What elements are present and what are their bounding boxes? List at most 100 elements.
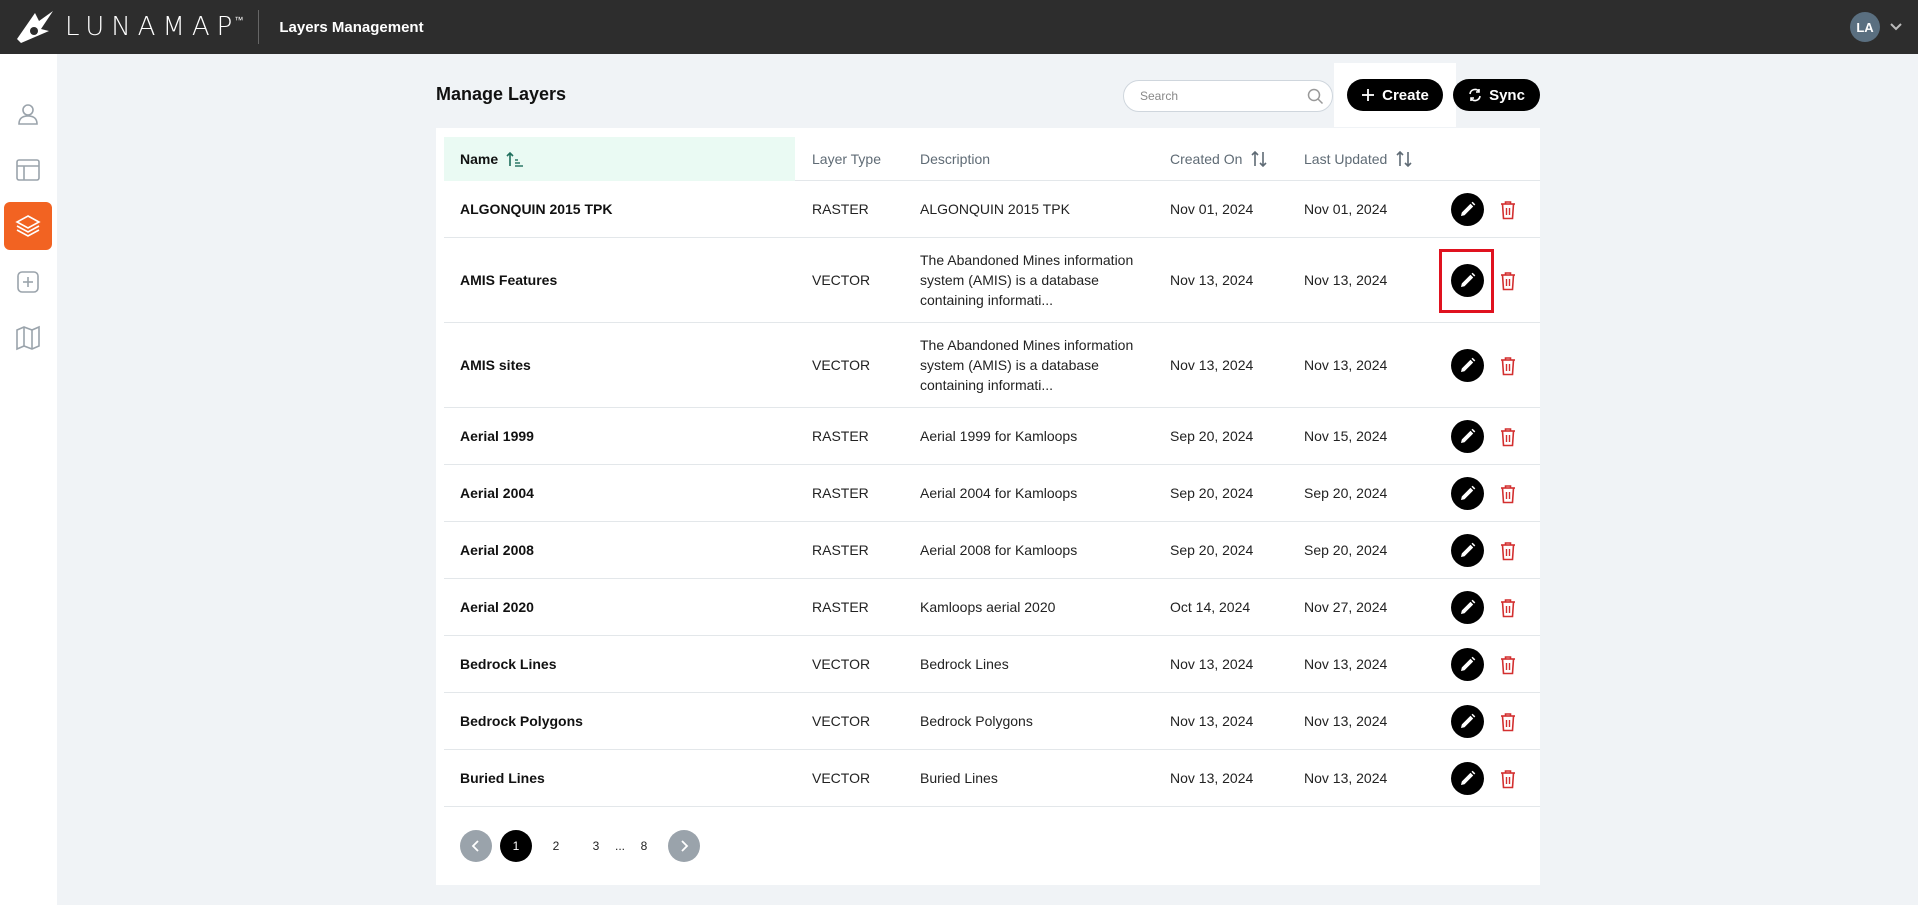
layer-description: The Abandoned Mines information system (… xyxy=(920,337,1134,393)
layer-name: ALGONQUIN 2015 TPK xyxy=(460,201,613,217)
edit-button[interactable] xyxy=(1451,193,1484,226)
edit-button[interactable] xyxy=(1451,534,1484,567)
search-icon[interactable] xyxy=(1307,88,1324,105)
sidebar-item-users[interactable] xyxy=(4,90,52,138)
create-button-label: Create xyxy=(1382,86,1429,104)
created-date: Sep 20, 2024 xyxy=(1170,485,1254,501)
edit-button[interactable] xyxy=(1451,648,1484,681)
trash-icon xyxy=(1501,713,1515,732)
trash-icon xyxy=(1501,428,1515,447)
pagination: 1 2 3 ... 8 xyxy=(460,830,700,862)
top-bar: LUNAMAP ™ Layers Management LA xyxy=(0,0,1918,54)
trash-icon xyxy=(1501,770,1515,789)
search-input[interactable] xyxy=(1140,81,1310,111)
updated-date: Nov 01, 2024 xyxy=(1304,201,1388,217)
layer-name: Buried Lines xyxy=(460,770,545,786)
layer-description: Aerial 1999 for Kamloops xyxy=(920,428,1078,444)
pencil-icon xyxy=(1461,656,1476,671)
page-button-3[interactable]: 3 xyxy=(580,830,612,862)
table-row[interactable]: Aerial 2004 RASTER Aerial 2004 for Kamloop… xyxy=(444,465,1540,522)
pencil-icon xyxy=(1461,599,1476,614)
created-date: Sep 20, 2024 xyxy=(1170,428,1254,444)
edit-button[interactable] xyxy=(1451,420,1484,453)
layer-type: RASTER xyxy=(812,428,869,444)
delete-button[interactable] xyxy=(1498,654,1518,676)
sidebar-item-create[interactable] xyxy=(4,258,52,306)
table-row[interactable]: Bedrock Polygons VECTOR Bedrock Polygons No… xyxy=(444,693,1540,750)
table-row[interactable]: Aerial 1999 RASTER Aerial 1999 for Kamloop… xyxy=(444,408,1540,465)
trash-icon xyxy=(1501,201,1515,220)
layer-type: RASTER xyxy=(812,599,869,615)
trash-icon xyxy=(1501,272,1515,291)
page-button-1[interactable]: 1 xyxy=(500,830,532,862)
layer-name: Bedrock Lines xyxy=(460,656,557,672)
column-header-created-label: Created On xyxy=(1170,151,1243,167)
layer-type: VECTOR xyxy=(812,713,871,729)
layer-type: RASTER xyxy=(812,485,869,501)
logo[interactable]: LUNAMAP ™ xyxy=(15,0,243,54)
layer-description: Bedrock Lines xyxy=(920,656,1009,672)
column-header-name[interactable]: Name xyxy=(444,137,795,181)
layer-type: VECTOR xyxy=(812,357,871,373)
avatar[interactable]: LA xyxy=(1850,12,1880,42)
create-button[interactable]: Create xyxy=(1347,79,1443,111)
layout-icon xyxy=(16,159,40,181)
delete-button[interactable] xyxy=(1498,483,1518,505)
chevron-down-icon[interactable] xyxy=(1887,18,1905,36)
delete-button[interactable] xyxy=(1498,711,1518,733)
delete-button[interactable] xyxy=(1498,426,1518,448)
next-page-button[interactable] xyxy=(668,830,700,862)
updated-date: Nov 13, 2024 xyxy=(1304,770,1388,786)
trash-icon xyxy=(1501,599,1515,618)
sort-icon xyxy=(1251,150,1267,168)
table-row[interactable]: AMIS sites VECTOR The Abandoned Mines info… xyxy=(444,323,1540,408)
delete-button[interactable] xyxy=(1498,597,1518,619)
table-row[interactable]: ALGONQUIN 2015 TPK RASTER ALGONQUIN 2015 T… xyxy=(444,181,1540,238)
created-date: Nov 13, 2024 xyxy=(1170,272,1254,288)
sidebar-item-maps[interactable] xyxy=(4,314,52,362)
pencil-icon xyxy=(1461,770,1476,785)
layers-table: Name Layer Type Description Created On L… xyxy=(436,128,1540,885)
column-header-updated[interactable]: Last Updated xyxy=(1304,137,1413,181)
edit-button[interactable] xyxy=(1451,349,1484,382)
table-row[interactable]: Buried Lines VECTOR Buried Lines Nov 13, 20… xyxy=(444,750,1540,807)
created-date: Nov 13, 2024 xyxy=(1170,357,1254,373)
page-button-last[interactable]: 8 xyxy=(628,830,660,862)
updated-date: Nov 13, 2024 xyxy=(1304,357,1388,373)
previous-page-button[interactable] xyxy=(460,830,492,862)
chevron-left-icon xyxy=(471,840,479,852)
sidebar xyxy=(0,54,57,905)
delete-button[interactable] xyxy=(1498,199,1518,221)
trash-icon xyxy=(1501,485,1515,504)
layer-description: Aerial 2004 for Kamloops xyxy=(920,485,1078,501)
table-row[interactable]: Bedrock Lines VECTOR Bedrock Lines Nov 13, … xyxy=(444,636,1540,693)
delete-button[interactable] xyxy=(1498,768,1518,790)
updated-date: Sep 20, 2024 xyxy=(1304,485,1388,501)
edit-button[interactable] xyxy=(1451,762,1484,795)
column-header-created[interactable]: Created On xyxy=(1170,137,1268,181)
table-row[interactable]: Aerial 2008 RASTER Aerial 2008 for Kamloop… xyxy=(444,522,1540,579)
sidebar-item-dashboard[interactable] xyxy=(4,146,52,194)
table-row[interactable]: AMIS Features VECTOR The Abandoned Mines i… xyxy=(444,238,1540,323)
edit-button[interactable] xyxy=(1451,591,1484,624)
page-button-2[interactable]: 2 xyxy=(540,830,572,862)
delete-button[interactable] xyxy=(1498,540,1518,562)
layer-type: VECTOR xyxy=(812,272,871,288)
delete-button[interactable] xyxy=(1498,270,1518,292)
sync-button[interactable]: Sync xyxy=(1453,79,1540,111)
user-icon xyxy=(18,104,38,125)
edit-button[interactable] xyxy=(1451,705,1484,738)
edit-button[interactable] xyxy=(1451,477,1484,510)
layers-icon xyxy=(15,215,41,237)
updated-date: Nov 15, 2024 xyxy=(1304,428,1388,444)
map-icon xyxy=(16,325,40,351)
trash-icon xyxy=(1501,542,1515,561)
page-title: Manage Layers xyxy=(436,84,567,104)
delete-button[interactable] xyxy=(1498,355,1518,377)
table-row[interactable]: Aerial 2020 RASTER Kamloops aerial 2020 Oct… xyxy=(444,579,1540,636)
layer-name: Aerial 1999 xyxy=(460,428,534,444)
layer-description: Buried Lines xyxy=(920,770,998,786)
created-date: Nov 01, 2024 xyxy=(1170,201,1254,217)
sidebar-item-layers[interactable] xyxy=(4,202,52,250)
section-title: Layers Management xyxy=(279,18,424,36)
